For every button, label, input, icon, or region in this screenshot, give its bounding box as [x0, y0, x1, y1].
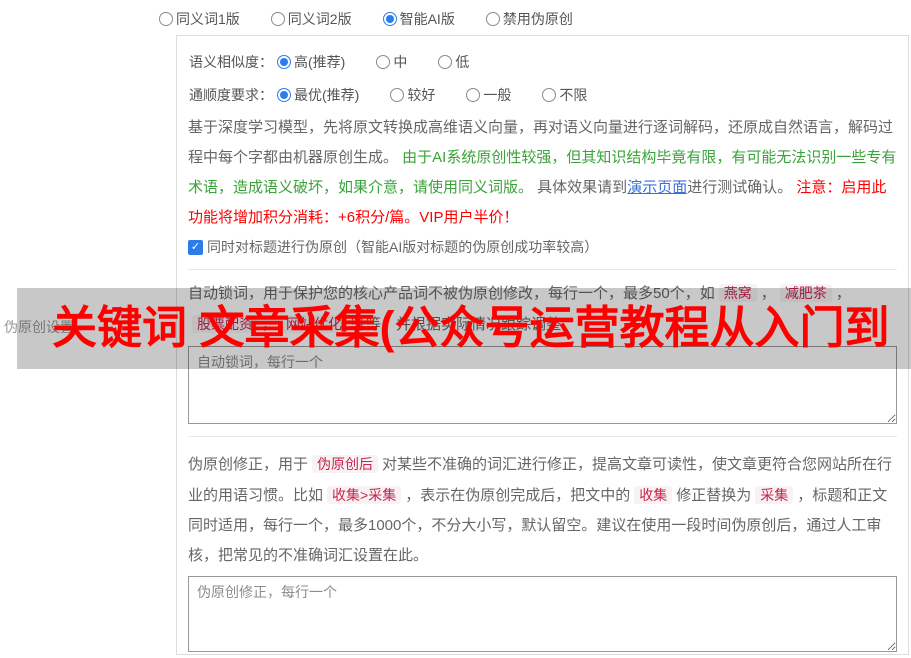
text-segment: 具体效果请到 — [537, 179, 627, 196]
watermark-text: 关键词 文章采集(公众号运营教程从入门到 — [52, 297, 890, 359]
radio-icon — [542, 88, 556, 102]
radio-label: 较好 — [407, 84, 435, 106]
radio-label: 智能AI版 — [400, 8, 455, 30]
radio-icon — [390, 88, 404, 102]
radio-synonym-v1[interactable]: 同义词1版 — [159, 8, 240, 30]
radio-label: 最优(推荐) — [294, 84, 359, 106]
radio-synonym-v2[interactable]: 同义词2版 — [271, 8, 352, 30]
radio-disable-pseudo-original[interactable]: 禁用伪原创 — [486, 8, 573, 30]
radio-label: 同义词1版 — [176, 8, 240, 30]
text-segment: 进行测试确认。 — [687, 179, 796, 196]
radio-icon — [271, 12, 285, 26]
radio-icon — [438, 55, 452, 69]
radio-icon — [466, 88, 480, 102]
inline-code: 采集 — [755, 486, 793, 504]
radio-label: 一般 — [483, 84, 511, 106]
radio-similarity-low[interactable]: 低 — [438, 51, 469, 73]
radio-label: 不限 — [559, 84, 587, 106]
radio-icon — [277, 55, 291, 69]
radio-smart-ai[interactable]: 智能AI版 — [383, 8, 455, 30]
radio-fluency-best[interactable]: 最优(推荐) — [277, 84, 359, 106]
fix-textarea[interactable] — [188, 576, 897, 652]
radio-icon — [159, 12, 173, 26]
radio-label: 同义词2版 — [288, 8, 352, 30]
radio-fluency-normal[interactable]: 一般 — [466, 84, 511, 106]
version-radio-group: 同义词1版 同义词2版 智能AI版 禁用伪原创 — [159, 8, 604, 30]
text-segment: ，表示在伪原创完成后，把文中的 — [405, 487, 630, 504]
radio-similarity-high[interactable]: 高(推荐) — [277, 51, 345, 73]
inline-code: 收集 — [634, 486, 672, 504]
radio-icon — [376, 55, 390, 69]
fix-description-paragraph: 伪原创修正，用于伪原创后对某些不准确的词汇进行修正，提高文章可读性，使文章更符合… — [188, 449, 897, 571]
radio-fluency-unlimited[interactable]: 不限 — [542, 84, 587, 106]
radio-label: 高(推荐) — [294, 51, 345, 73]
title-rewrite-checkbox[interactable] — [188, 240, 203, 255]
demo-page-link[interactable]: 演示页面 — [627, 179, 687, 196]
radio-icon — [383, 12, 397, 26]
text-segment: 伪原创修正，用于 — [188, 456, 308, 473]
fluency-row: 通顺度要求： 最优(推荐) 较好 一般 不限 — [189, 84, 897, 106]
semantic-similarity-label: 语义相似度： — [189, 52, 273, 72]
radio-icon — [277, 88, 291, 102]
ai-description-paragraph: 基于深度学习模型，先将原文转换成高维语义向量，再对语义向量进行逐词解码，还原成自… — [188, 113, 897, 233]
radio-similarity-medium[interactable]: 中 — [376, 51, 407, 73]
inline-code: 伪原创后 — [312, 455, 378, 473]
radio-icon — [486, 12, 500, 26]
radio-label: 低 — [455, 51, 469, 73]
text-segment: 修正替换为 — [676, 487, 751, 504]
radio-label: 中 — [393, 51, 407, 73]
inline-code: 收集>采集 — [327, 486, 401, 504]
title-rewrite-label: 同时对标题进行伪原创（智能AI版对标题的伪原创成功率较高） — [207, 237, 598, 257]
fluency-label: 通顺度要求： — [189, 85, 273, 105]
divider — [188, 269, 897, 270]
radio-label: 禁用伪原创 — [503, 8, 573, 30]
radio-fluency-better[interactable]: 较好 — [390, 84, 435, 106]
semantic-similarity-row: 语义相似度： 高(推荐) 中 低 — [189, 51, 897, 73]
divider — [188, 436, 897, 437]
title-rewrite-row[interactable]: 同时对标题进行伪原创（智能AI版对标题的伪原创成功率较高） — [188, 237, 897, 257]
